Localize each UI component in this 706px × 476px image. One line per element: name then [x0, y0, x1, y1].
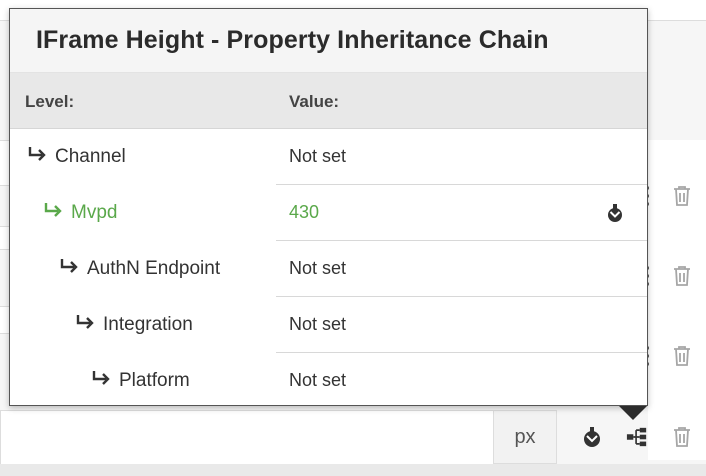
level-value: Not set: [289, 370, 347, 390]
level-label: Channel: [55, 146, 126, 167]
popover-title: IFrame Height - Property Inheritance Cha…: [36, 26, 549, 54]
trash-icon[interactable]: [671, 264, 693, 288]
inherit-arrow-icon: [27, 146, 49, 168]
popover-arrow: [619, 406, 647, 420]
level-column-header: Level:: [25, 92, 75, 111]
inherit-arrow-icon: [75, 314, 97, 336]
level-label: Integration: [103, 314, 193, 335]
level-label: AuthN Endpoint: [87, 258, 221, 279]
level-label: Platform: [119, 370, 190, 391]
inheritance-row-mvpd: Mvpd 430: [10, 185, 647, 241]
inherit-arrow-icon: [59, 258, 81, 280]
inheritance-chain-icon[interactable]: [626, 425, 648, 449]
inheritance-row-integration: Integration Not set: [10, 297, 647, 353]
unit-label: px: [493, 410, 557, 464]
level-value: 430: [289, 202, 320, 222]
level-value: Not set: [289, 314, 347, 334]
page-footer: [0, 464, 706, 476]
level-label: Mvpd: [71, 202, 118, 223]
inheritance-row-platform: Platform Not set: [10, 353, 647, 409]
inheritance-row-authn-endpoint: AuthN Endpoint Not set: [10, 241, 647, 297]
trash-icon[interactable]: [671, 184, 693, 208]
level-value: Not set: [289, 258, 347, 278]
column-header-row: Level: Value:: [10, 73, 647, 129]
override-icon[interactable]: [581, 425, 603, 449]
value-column-header: Value:: [289, 92, 340, 111]
inheritance-chain-popover: IFrame Height - Property Inheritance Cha…: [9, 8, 648, 406]
trash-icon[interactable]: [671, 344, 693, 368]
inherit-arrow-icon: [91, 370, 113, 392]
inheritance-row-channel: Channel Not set: [10, 129, 647, 185]
override-icon[interactable]: [605, 202, 625, 224]
inherit-arrow-icon: [43, 202, 65, 224]
popover-header: IFrame Height - Property Inheritance Cha…: [10, 9, 647, 73]
iframe-height-input[interactable]: [0, 410, 495, 466]
trash-icon[interactable]: [671, 425, 693, 449]
level-value: Not set: [289, 146, 347, 166]
